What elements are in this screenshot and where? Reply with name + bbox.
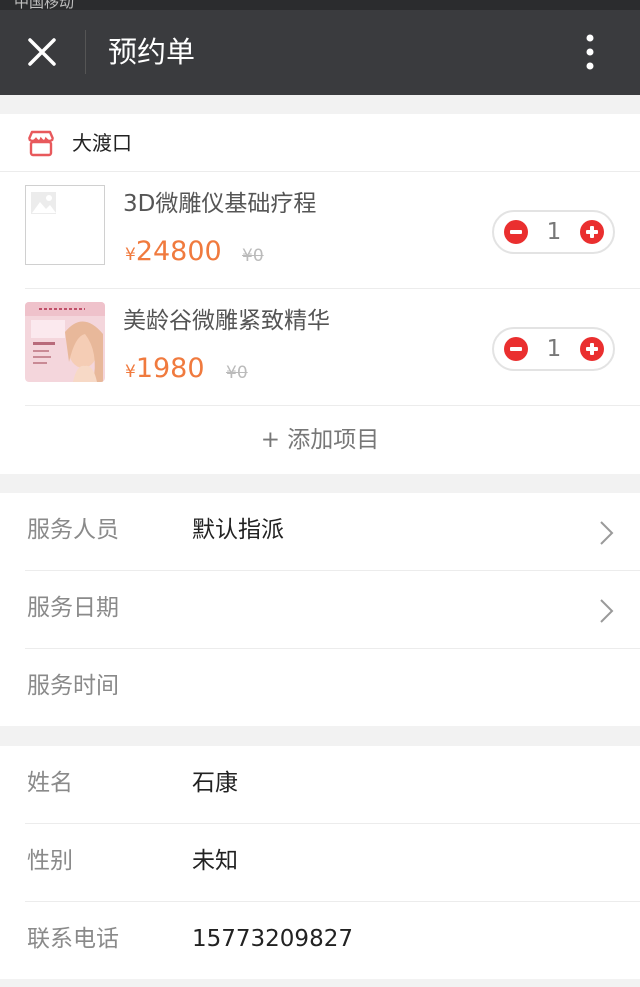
gender-label: 性别 xyxy=(27,848,73,874)
staff-row[interactable]: 服务人员 默认指派 xyxy=(0,493,640,571)
quantity-value[interactable]: 1 xyxy=(534,216,574,248)
store-card: 大渡口 3D微雕仪基础疗程 ¥24800 ¥0 1 美龄谷微雕紧致精华 ¥198… xyxy=(0,114,640,474)
gender-row[interactable]: 性别 未知 xyxy=(0,824,640,902)
name-field[interactable]: 石康 xyxy=(192,766,238,800)
time-label: 服务时间 xyxy=(27,673,119,699)
product-name: 美龄谷微雕紧致精华 xyxy=(123,308,330,334)
nav-divider xyxy=(85,30,86,74)
phone-label: 联系电话 xyxy=(27,926,119,952)
gender-field[interactable]: 未知 xyxy=(192,844,238,878)
product-name: 3D微雕仪基础疗程 xyxy=(123,191,317,217)
date-label: 服务日期 xyxy=(27,595,119,621)
original-price: ¥0 xyxy=(242,246,264,266)
name-label: 姓名 xyxy=(27,770,73,796)
product-photo xyxy=(25,302,105,382)
quantity-value[interactable]: 1 xyxy=(534,333,574,365)
chevron-right-icon xyxy=(600,521,614,545)
currency-symbol: ¥ xyxy=(125,245,136,265)
product-price: ¥24800 xyxy=(125,236,222,271)
product-item: 3D微雕仪基础疗程 ¥24800 ¥0 1 xyxy=(0,172,640,289)
service-section: 服务人员 默认指派 服务日期 服务时间 xyxy=(0,493,640,726)
nav-bar: 预约单 xyxy=(0,10,640,95)
chevron-right-icon xyxy=(600,599,614,623)
original-price: ¥0 xyxy=(226,363,248,383)
store-name: 大渡口 xyxy=(72,131,132,155)
store-header: 大渡口 xyxy=(0,114,640,172)
price-value: 24800 xyxy=(135,236,222,267)
minus-icon[interactable] xyxy=(504,337,528,361)
image-placeholder-icon xyxy=(25,185,105,265)
staff-value: 默认指派 xyxy=(192,517,284,543)
quantity-stepper: 1 xyxy=(492,327,615,371)
close-icon[interactable] xyxy=(22,32,62,72)
price-value: 1980 xyxy=(135,353,205,384)
status-bar: 中国移动 xyxy=(0,0,640,11)
contact-section: 姓名 石康 性别 未知 联系电话 15773209827 xyxy=(0,746,640,979)
date-row[interactable]: 服务日期 xyxy=(0,571,640,649)
page-title: 预约单 xyxy=(108,35,196,69)
product-price: ¥1980 xyxy=(125,353,205,388)
name-row[interactable]: 姓名 石康 xyxy=(0,746,640,824)
plus-icon[interactable] xyxy=(580,220,604,244)
add-item-button[interactable]: + 添加项目 xyxy=(0,406,640,474)
plus-icon[interactable] xyxy=(580,337,604,361)
minus-icon[interactable] xyxy=(504,220,528,244)
more-vertical-icon[interactable] xyxy=(574,32,606,72)
currency-symbol: ¥ xyxy=(125,362,136,382)
product-item: 美龄谷微雕紧致精华 ¥1980 ¥0 1 xyxy=(0,289,640,406)
phone-field[interactable]: 15773209827 xyxy=(192,922,353,956)
quantity-stepper: 1 xyxy=(492,210,615,254)
staff-label: 服务人员 xyxy=(27,517,119,543)
storefront-icon xyxy=(27,130,55,157)
time-row[interactable]: 服务时间 xyxy=(0,649,640,727)
phone-row[interactable]: 联系电话 15773209827 xyxy=(0,902,640,980)
